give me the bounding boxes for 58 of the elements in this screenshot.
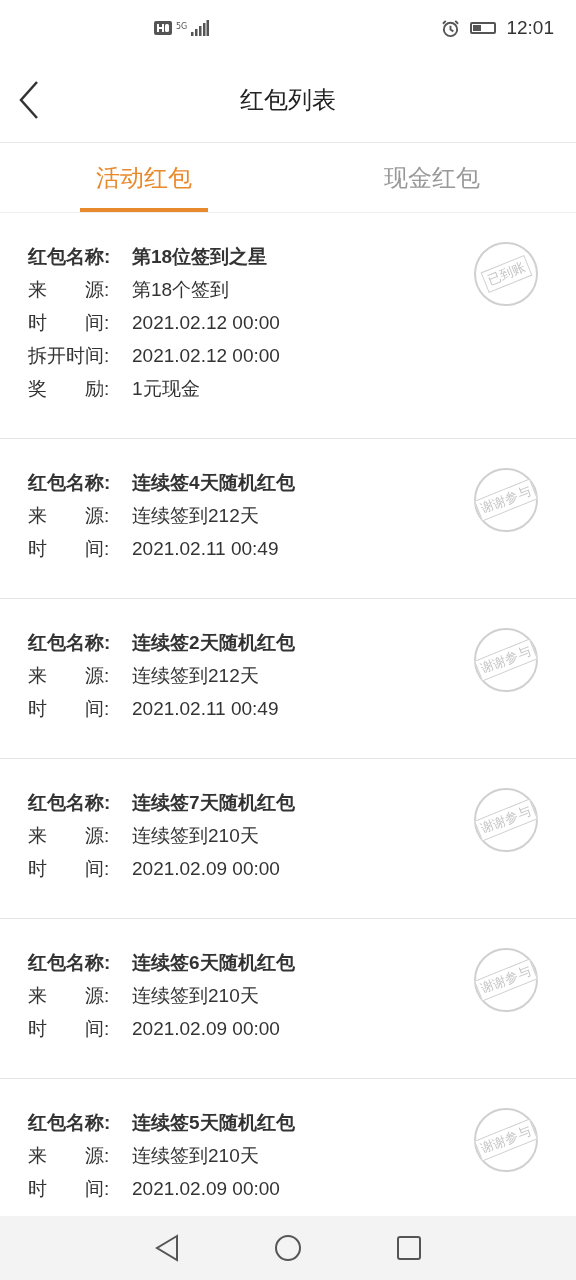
field-label: 来 源: — [28, 663, 111, 688]
field-label: 时 间: — [28, 856, 111, 881]
field-value: 第18位签到之星 — [132, 244, 268, 269]
field-value: 连续签到212天 — [132, 503, 259, 528]
status-stamp: 谢谢参与 — [474, 788, 538, 852]
field-label: 时 间: — [28, 536, 111, 561]
field-value: 2021.02.09 00:00 — [132, 1177, 280, 1200]
alarm-icon — [441, 18, 461, 38]
back-button[interactable] — [18, 80, 40, 120]
field-value: 连续签到210天 — [132, 1143, 259, 1168]
field-label: 时 间: — [28, 1016, 111, 1041]
field-label: 拆开时间: — [28, 343, 111, 368]
status-stamp: 谢谢参与 — [474, 468, 538, 532]
status-stamp: 谢谢参与 — [474, 1108, 538, 1172]
home-nav-icon[interactable] — [274, 1234, 302, 1262]
field-label: 红包名称: — [28, 630, 112, 655]
field-label: 奖 励: — [28, 376, 111, 401]
field-value: 2021.02.11 00:49 — [132, 697, 279, 720]
field-label: 来 源: — [28, 823, 111, 848]
back-nav-icon[interactable] — [154, 1234, 180, 1262]
field-value: 连续签到210天 — [132, 823, 259, 848]
field-label: 时 间: — [28, 696, 111, 721]
field-value: 第18个签到 — [132, 277, 230, 302]
field-value: 2021.02.11 00:49 — [132, 537, 279, 560]
battery-icon — [470, 22, 497, 34]
status-stamp: 谢谢参与 — [474, 948, 538, 1012]
field-value: 连续签到210天 — [132, 983, 259, 1008]
field-value: 2021.02.09 00:00 — [132, 1017, 280, 1040]
field-value: 1元现金 — [132, 376, 200, 401]
field-label: 来 源: — [28, 277, 111, 302]
field-label: 时 间: — [28, 310, 111, 335]
page-title: 红包列表 — [240, 85, 336, 116]
network-label: 5G — [176, 22, 188, 31]
field-label: 红包名称: — [28, 244, 112, 269]
field-value: 连续签6天随机红包 — [132, 950, 295, 975]
field-label: 红包名称: — [28, 790, 112, 815]
hd-icon — [154, 21, 172, 35]
field-label: 来 源: — [28, 1143, 111, 1168]
tab[interactable]: 活动红包 — [80, 143, 208, 212]
tab[interactable]: 现金红包 — [368, 143, 496, 212]
field-value: 连续签5天随机红包 — [132, 1110, 295, 1135]
field-label: 来 源: — [28, 503, 111, 528]
field-value: 2021.02.12 00:00 — [132, 344, 280, 367]
recents-nav-icon[interactable] — [396, 1235, 422, 1261]
field-value: 2021.02.09 00:00 — [132, 857, 280, 880]
field-label: 红包名称: — [28, 950, 112, 975]
status-stamp: 谢谢参与 — [474, 628, 538, 692]
field-value: 连续签到212天 — [132, 663, 259, 688]
clock-time: 12:01 — [506, 17, 554, 39]
signal-icon — [191, 20, 210, 36]
field-label: 红包名称: — [28, 470, 112, 495]
field-value: 连续签7天随机红包 — [132, 790, 295, 815]
field-label: 来 源: — [28, 983, 111, 1008]
field-value: 连续签4天随机红包 — [132, 470, 295, 495]
field-value: 2021.02.12 00:00 — [132, 311, 280, 334]
field-label: 红包名称: — [28, 1110, 112, 1135]
field-value: 连续签2天随机红包 — [132, 630, 295, 655]
field-label: 时 间: — [28, 1176, 111, 1201]
